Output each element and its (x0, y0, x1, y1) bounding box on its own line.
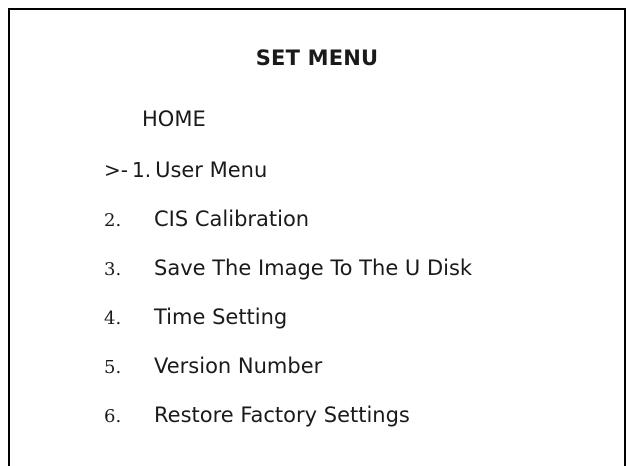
menu-title: SET MENU (255, 46, 379, 70)
menu-item-label: Restore Factory Settings (154, 403, 410, 427)
menu-item-label: CIS Calibration (154, 207, 310, 231)
menu-item-number: 2. (104, 210, 122, 231)
menu-item-label: Time Setting (154, 305, 288, 329)
menu-item-number: 3. (104, 259, 122, 280)
selection-cursor: >- (104, 158, 128, 182)
menu-item-number: 5. (104, 357, 122, 378)
menu-item-label: Version Number (154, 354, 323, 378)
menu-item-number: 1. (131, 158, 152, 182)
menu-item-label: User Menu (155, 158, 268, 182)
menu-item-version-number[interactable]: 5. Version Number (104, 354, 322, 378)
menu-item-user-menu[interactable]: >- 1. User Menu (104, 158, 267, 182)
menu-item-number: 4. (104, 308, 122, 329)
set-menu-panel: SET MENU HOME >- 1. User Menu 2. CIS Cal… (8, 8, 626, 466)
menu-item-label: Save The Image To The U Disk (154, 256, 473, 280)
menu-item-save-image[interactable]: 3. Save The Image To The U Disk (104, 256, 472, 280)
menu-home-item[interactable]: HOME (142, 107, 206, 131)
menu-item-time-setting[interactable]: 4. Time Setting (104, 305, 287, 329)
menu-item-cis-calibration[interactable]: 2. CIS Calibration (104, 207, 309, 231)
menu-item-restore-factory[interactable]: 6. Restore Factory Settings (104, 403, 410, 427)
menu-item-number: 6. (104, 406, 122, 427)
